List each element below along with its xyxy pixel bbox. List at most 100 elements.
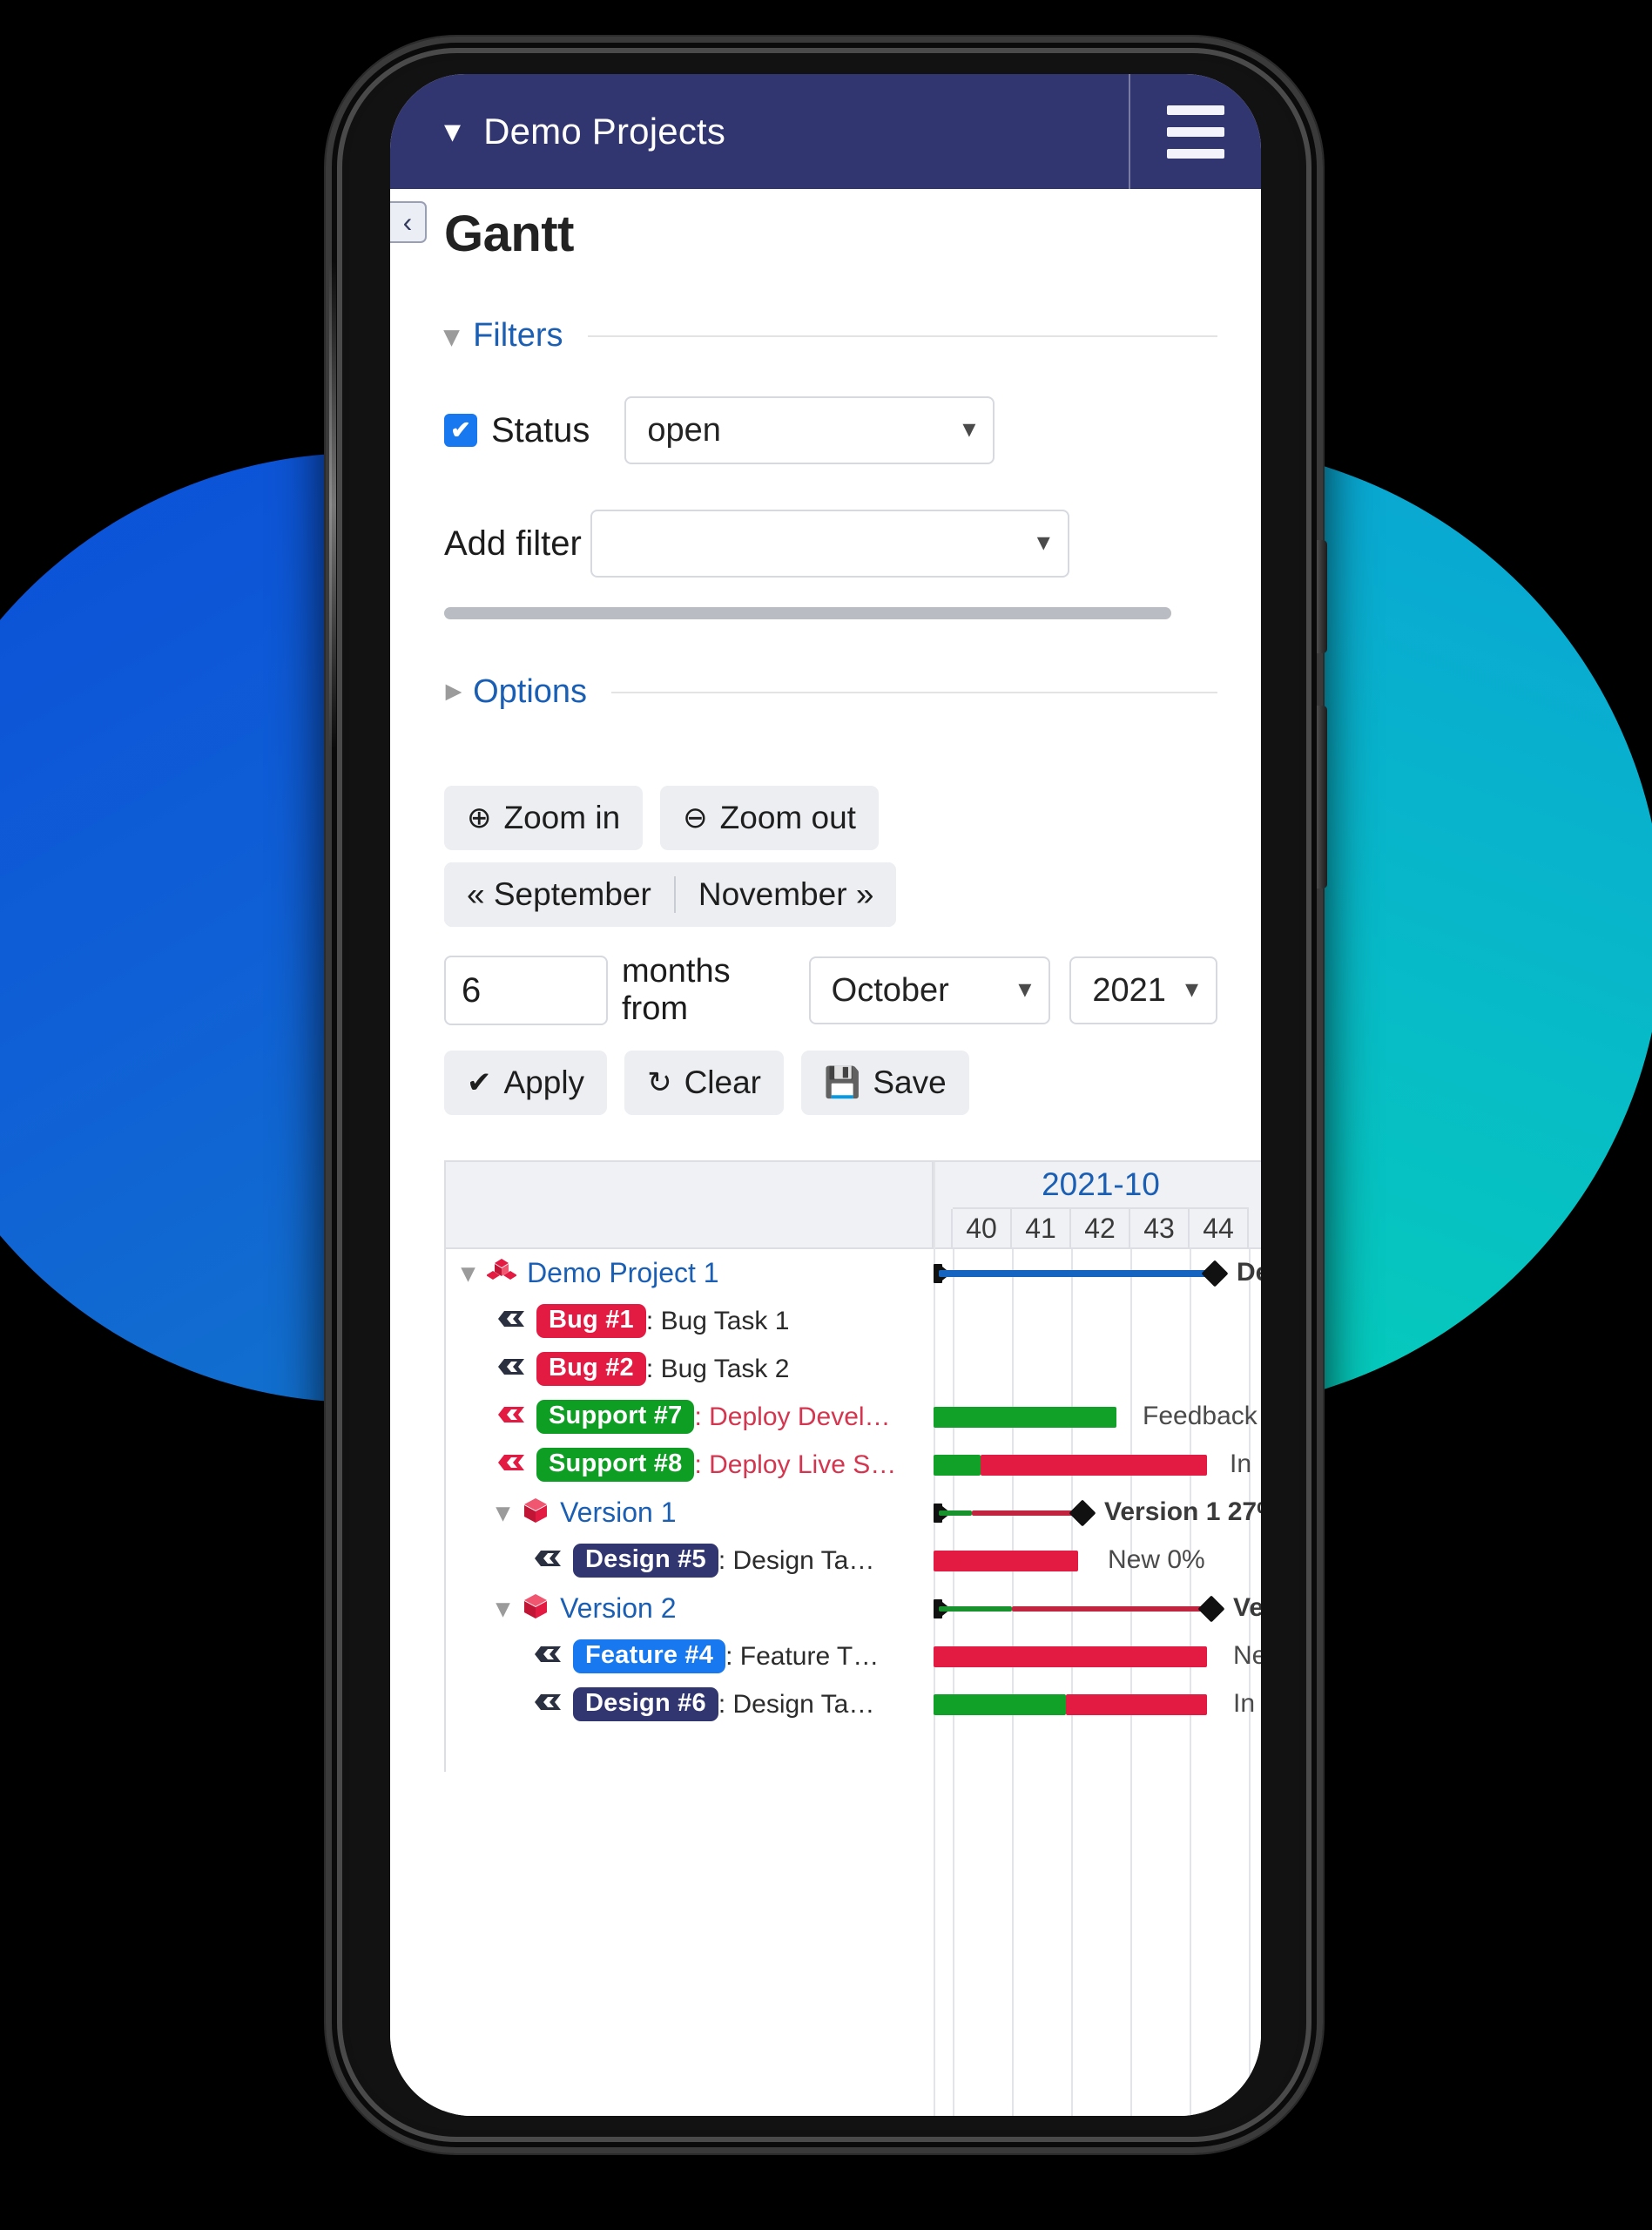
chevron-down-icon[interactable]: ▾ bbox=[496, 1593, 509, 1624]
gantt-progress-bar-done bbox=[934, 1694, 1066, 1715]
month-select[interactable]: October ▾ bbox=[808, 956, 1051, 1024]
status-filter-label: Status bbox=[491, 410, 590, 449]
gantt-row-label: Design #5 : Design Ta… bbox=[446, 1537, 934, 1585]
zoom-in-label: Zoom in bbox=[503, 800, 621, 835]
hamburger-menu-icon[interactable] bbox=[1130, 74, 1261, 189]
gantt-week-cell: 41 bbox=[1012, 1209, 1071, 1247]
issue-chip[interactable]: Design #6 bbox=[573, 1687, 718, 1721]
period-row: months from October ▾ 2021 ▾ bbox=[444, 953, 1217, 1028]
zoom-in-icon: ⊕ bbox=[467, 801, 492, 835]
gantt-bar-label: Ver bbox=[1233, 1593, 1261, 1622]
gantt-progress-bar bbox=[934, 1646, 1207, 1667]
version-box-icon bbox=[522, 1497, 550, 1528]
chevron-down-icon: ▾ bbox=[1018, 974, 1032, 1004]
chevron-down-icon: ▾ bbox=[962, 414, 976, 443]
issue-subject: : Bug Task 1 bbox=[645, 1306, 790, 1335]
filters-block: ✔ Status open ▾ Add filter ▾ bbox=[390, 396, 1261, 619]
issue-subject: : Design Ta… bbox=[718, 1545, 875, 1575]
issue-chip[interactable]: Feature #4 bbox=[573, 1639, 726, 1673]
previous-month-label: « September bbox=[467, 876, 651, 912]
zoom-out-icon: ⊖ bbox=[683, 801, 708, 835]
gantt-row[interactable]: Support #8 : Deploy Live S… In bbox=[446, 1441, 1261, 1489]
gantt-node-name[interactable]: Version 1 bbox=[560, 1497, 676, 1529]
gantt-bar-label: Feedback 1 bbox=[1143, 1402, 1261, 1430]
project-switcher[interactable]: ▾ Demo Projects bbox=[390, 74, 1129, 189]
zoom-in-button[interactable]: ⊕ Zoom in bbox=[444, 786, 644, 850]
gantt-chart: 2021-10 40 41 42 43 44 ▾ Demo Project 1 … bbox=[444, 1160, 1261, 2116]
clear-button[interactable]: ↻ Clear bbox=[624, 1051, 784, 1115]
add-filter-select[interactable]: ▾ bbox=[590, 510, 1069, 578]
months-count-input[interactable] bbox=[444, 956, 608, 1025]
gantt-row[interactable]: Design #6 : Design Ta… In F bbox=[446, 1680, 1261, 1728]
chevron-down-icon[interactable]: ▾ bbox=[462, 1258, 475, 1288]
status-value-select[interactable]: open ▾ bbox=[624, 396, 995, 464]
gantt-row[interactable]: Design #5 : Design Ta… New 0% bbox=[446, 1537, 1261, 1585]
filters-section-header[interactable]: ▾ Filters bbox=[444, 317, 1217, 355]
gantt-progress-bar-todo bbox=[1066, 1694, 1207, 1715]
add-filter-label: Add filter bbox=[444, 524, 582, 563]
version-box-icon bbox=[522, 1593, 550, 1624]
gantt-project-line bbox=[939, 1270, 1210, 1277]
gantt-node-name[interactable]: Version 2 bbox=[560, 1592, 676, 1625]
add-filter-row: Add filter ▾ bbox=[444, 510, 1217, 578]
phone-power-button[interactable] bbox=[1317, 540, 1327, 653]
gantt-bar-label: In F bbox=[1233, 1689, 1261, 1718]
filters-horizontal-scrollbar[interactable] bbox=[444, 607, 1171, 619]
gantt-row[interactable]: Feature #4 : Feature T… Ne bbox=[446, 1632, 1261, 1680]
section-rule bbox=[611, 691, 1217, 693]
gantt-timeline-header: 2021-10 40 41 42 43 44 bbox=[934, 1162, 1261, 1247]
gantt-row[interactable]: ▾ Version 1 Version 1 27 bbox=[446, 1489, 1261, 1537]
chevron-down-icon[interactable]: ▾ bbox=[496, 1497, 509, 1528]
issue-chip[interactable]: Bug #1 bbox=[536, 1304, 646, 1338]
gantt-week-cell: 43 bbox=[1130, 1209, 1190, 1247]
ticket-icon bbox=[533, 1546, 563, 1575]
check-icon: ✔ bbox=[467, 1066, 492, 1099]
issue-chip[interactable]: Support #7 bbox=[536, 1400, 695, 1434]
gantt-row-bars: Ne bbox=[934, 1632, 1261, 1680]
screenshot-stage: ▾ Demo Projects ‹ Gantt ▾ Filters ✔ Stat… bbox=[0, 0, 1652, 2230]
gantt-milestone-diamond bbox=[1197, 1595, 1225, 1623]
gantt-row[interactable]: ▾ Version 2 Ve bbox=[446, 1585, 1261, 1632]
gantt-row-label: Feature #4 : Feature T… bbox=[446, 1632, 934, 1680]
gantt-bar-label: In bbox=[1230, 1450, 1252, 1478]
gantt-row-bars: De bbox=[934, 1249, 1261, 1297]
gantt-row[interactable]: Support #7 : Deploy Devel… Feedback 1 bbox=[446, 1393, 1261, 1441]
gantt-row-label: ▾ Version 1 bbox=[446, 1489, 934, 1537]
ticket-icon bbox=[533, 1642, 563, 1671]
issue-chip[interactable]: Design #5 bbox=[573, 1544, 718, 1578]
issue-subject: : Deploy Live S… bbox=[694, 1450, 897, 1479]
issue-chip[interactable]: Support #8 bbox=[536, 1448, 695, 1482]
gantt-version-todo-line bbox=[972, 1510, 1076, 1516]
ticket-icon bbox=[496, 1450, 526, 1479]
status-checkbox[interactable]: ✔ bbox=[444, 414, 477, 447]
apply-button[interactable]: ✔ Apply bbox=[444, 1051, 608, 1115]
issue-subject: : Bug Task 2 bbox=[645, 1354, 790, 1383]
gantt-milestone-diamond bbox=[1201, 1260, 1229, 1287]
previous-month-button[interactable]: « September bbox=[444, 862, 674, 927]
gantt-row-label: Bug #1 : Bug Task 1 bbox=[446, 1297, 934, 1345]
phone-volume-button[interactable] bbox=[1317, 706, 1327, 889]
zoom-out-button[interactable]: ⊖ Zoom out bbox=[660, 786, 879, 850]
app-title: Demo Projects bbox=[483, 111, 726, 152]
next-month-button[interactable]: November » bbox=[675, 862, 897, 927]
save-label: Save bbox=[873, 1064, 947, 1100]
year-select[interactable]: 2021 ▾ bbox=[1069, 956, 1217, 1024]
save-button[interactable]: 💾 Save bbox=[800, 1051, 969, 1115]
gantt-row-bars: Feedback 1 bbox=[934, 1393, 1261, 1441]
gantt-row[interactable]: Bug #1 : Bug Task 1 bbox=[446, 1297, 1261, 1345]
page-title: Gantt bbox=[444, 206, 574, 262]
hamburger-bar-3 bbox=[1167, 148, 1224, 159]
gantt-row[interactable]: Bug #2 : Bug Task 2 bbox=[446, 1345, 1261, 1393]
gantt-week-cell: 40 bbox=[953, 1209, 1012, 1247]
gantt-node-name[interactable]: Demo Project 1 bbox=[527, 1257, 719, 1289]
gantt-bar-label: New 0% bbox=[1108, 1545, 1205, 1574]
chevron-left-icon[interactable]: ‹ bbox=[390, 201, 427, 243]
refresh-icon: ↻ bbox=[647, 1066, 672, 1099]
chevron-down-icon: ▾ bbox=[1036, 527, 1050, 557]
gantt-row[interactable]: ▾ Demo Project 1 D bbox=[446, 1249, 1261, 1297]
options-section-header[interactable]: ▾ Options bbox=[435, 673, 1217, 711]
chevron-right-icon: ▾ bbox=[435, 684, 469, 700]
issue-subject: : Deploy Devel… bbox=[694, 1402, 891, 1431]
gantt-controls: ⊕ Zoom in ⊖ Zoom out « September Novembe… bbox=[390, 786, 1261, 1115]
issue-chip[interactable]: Bug #2 bbox=[536, 1352, 646, 1386]
